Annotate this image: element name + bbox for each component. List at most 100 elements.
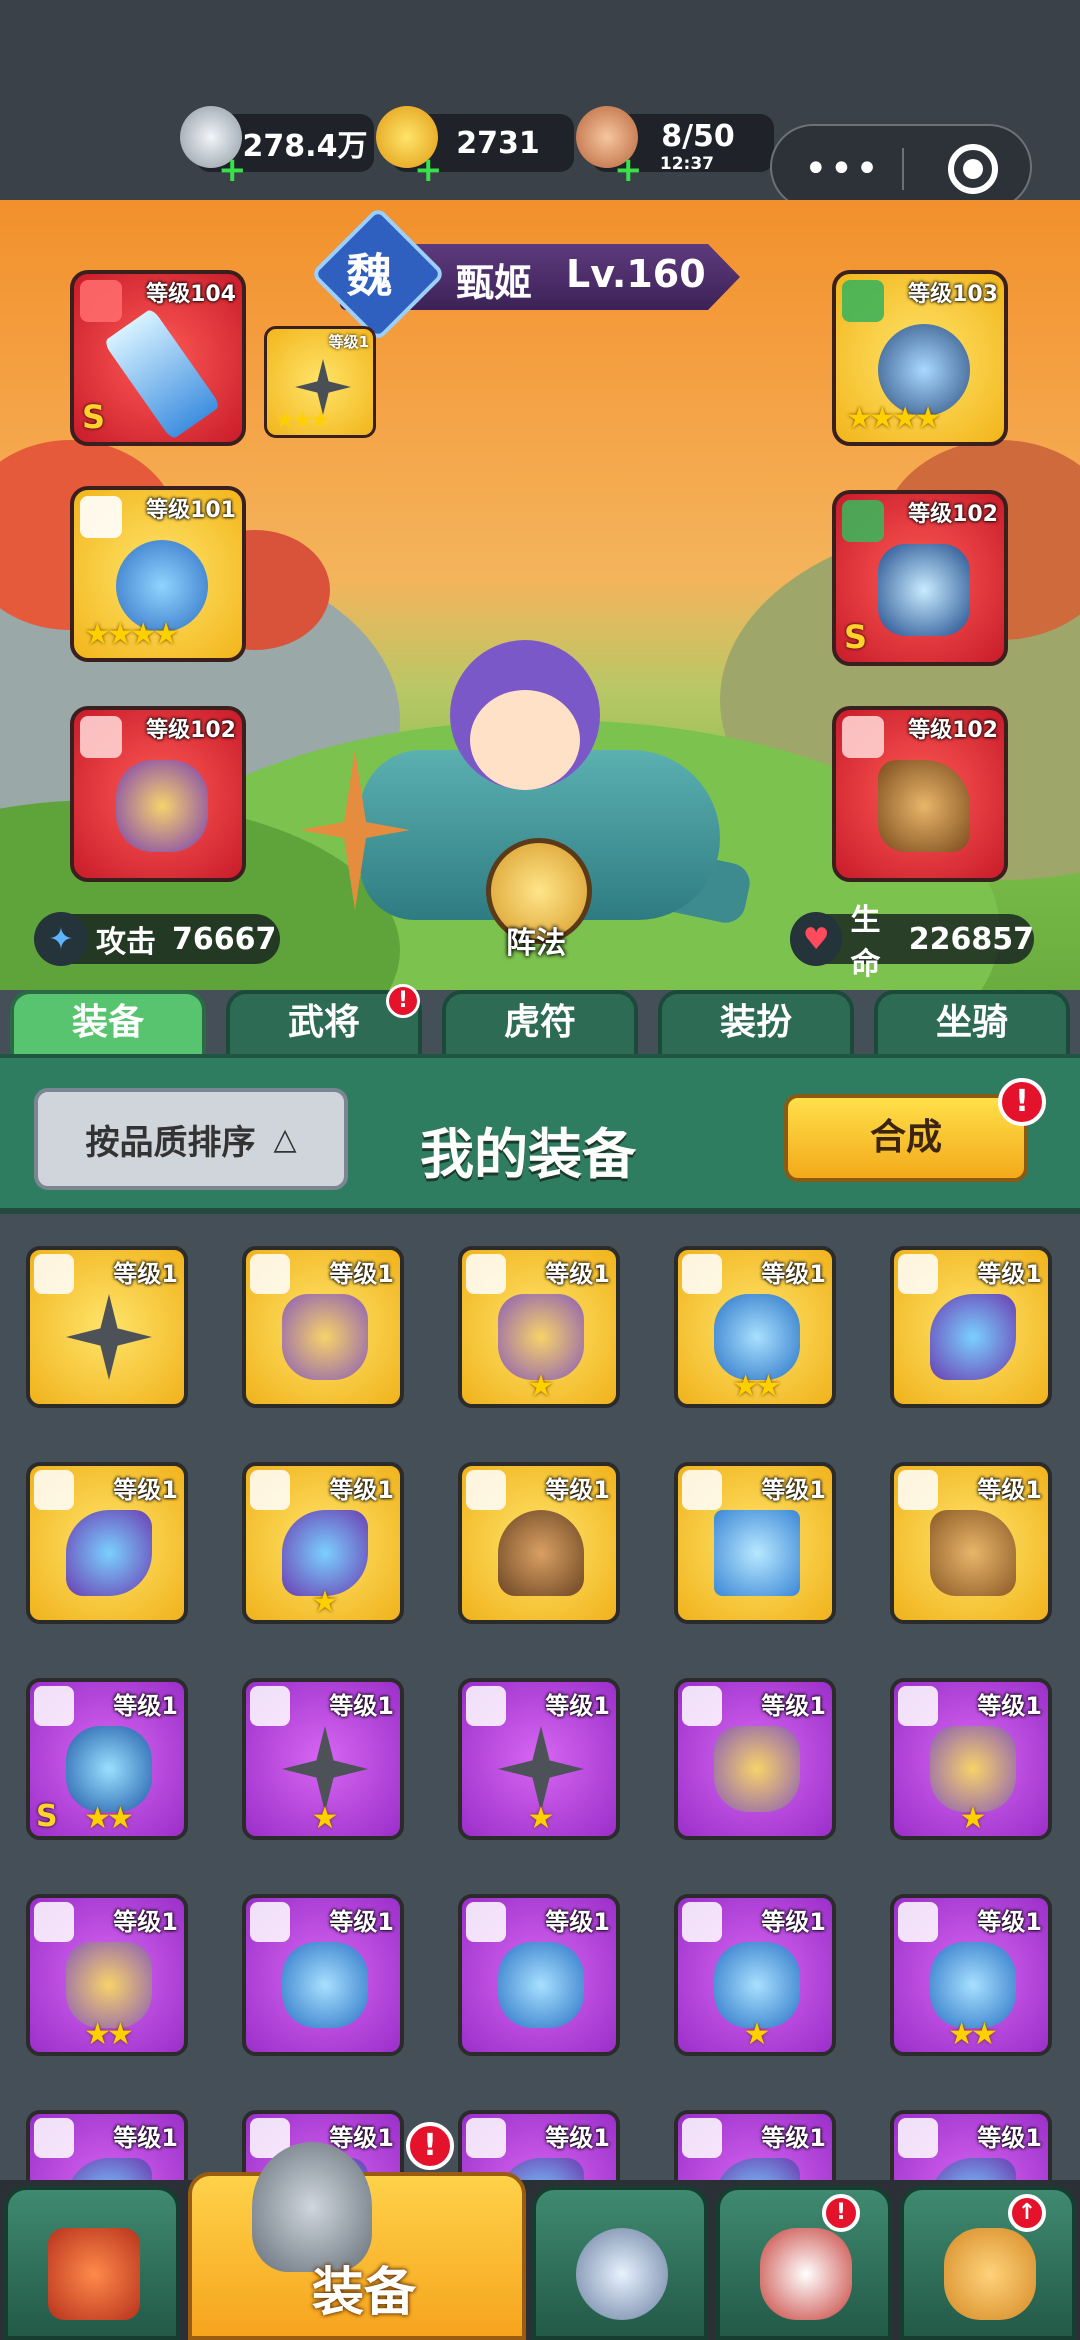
inventory-item[interactable]: 等级1 ★ [458, 1678, 620, 1840]
stamina-timer: 12:37 [659, 154, 714, 174]
item-type-icon [34, 1470, 74, 1510]
item-level: 等级1 [113, 1692, 178, 1720]
item-type-icon [466, 1686, 506, 1726]
yin-yang-icon [842, 280, 884, 322]
tab-mount[interactable]: 坐骑 [874, 990, 1070, 1054]
formation-label: 阵法 [506, 926, 566, 961]
boots-icon [878, 760, 970, 852]
glove-icon [66, 1510, 152, 1596]
inventory-item[interactable]: 等级1 [890, 1246, 1052, 1408]
nav-city[interactable] [4, 2186, 180, 2340]
star-rating: ★ [743, 2017, 771, 2052]
shuriken-icon [282, 1726, 368, 1812]
inventory-item[interactable]: 等级1 ★★ [674, 1246, 836, 1408]
item-level: 等级1 [329, 1692, 394, 1720]
item-level: 等级1 [329, 2124, 394, 2152]
item-level: 等级1 [761, 1260, 826, 1288]
equipped-shoulder-slot[interactable]: 等级103 ★★★★ [832, 270, 1008, 446]
stamina-value: 8/50 [661, 118, 735, 154]
generals-alert-badge: ! [386, 984, 420, 1018]
gold-resource[interactable]: + 2731 [376, 106, 574, 190]
star-rating: ★ [311, 1585, 339, 1620]
inventory-item[interactable]: 等级1 [674, 2110, 836, 2184]
silver-resource[interactable]: + 278.4万 [180, 106, 374, 190]
inventory-item[interactable]: 等级1 [890, 1462, 1052, 1624]
star-rating: ★ [959, 1801, 987, 1836]
item-type-icon [466, 1902, 506, 1942]
inventory-item[interactable]: 等级1 [674, 1678, 836, 1840]
nav-battle[interactable] [532, 2186, 708, 2340]
item-level: 等级1 [329, 1260, 394, 1288]
inventory-item[interactable]: 等级1 ★★ [26, 1894, 188, 2056]
equipped-glove-slot[interactable]: 等级101 ★★★★ [70, 486, 246, 662]
inventory-item[interactable]: 等级1 ★ [242, 1462, 404, 1624]
star-rating: ★★★★ [84, 617, 180, 652]
armor-icon [930, 1726, 1016, 1812]
nav-tasks[interactable] [716, 2186, 892, 2340]
inventory-item[interactable]: 等级1 ★★ S [26, 1678, 188, 1840]
inventory-item[interactable]: 等级1 [458, 1462, 620, 1624]
item-type-icon [34, 1686, 74, 1726]
item-type-icon [34, 2118, 74, 2158]
sort-by-quality-button[interactable]: 按品质排序 △ [34, 1088, 348, 1190]
hero-level: Lv.160 [566, 252, 706, 296]
hp-value: 226857 [908, 921, 1034, 957]
inventory-item[interactable]: 等级1 [26, 1246, 188, 1408]
nav-equipment-label: 装备 [312, 2263, 417, 2323]
tab-equipment[interactable]: 装备 [10, 990, 206, 1054]
item-level: 等级1 [545, 1692, 610, 1720]
faction-badge: 魏 [310, 206, 446, 342]
inventory-item[interactable]: 等级1 ★ [242, 1678, 404, 1840]
yin-yang-icon [842, 500, 884, 542]
inventory-item[interactable]: 等级1 ★ [458, 1246, 620, 1408]
shuriken-icon [66, 1294, 152, 1380]
equipped-weapon-slot[interactable]: 等级104 S [70, 270, 246, 446]
crystal-icon [714, 1510, 800, 1596]
equipped-boots-slot[interactable]: 等级102 [832, 706, 1008, 882]
inventory-item[interactable]: 等级1 [26, 2110, 188, 2184]
nav-equipment[interactable]: 装备 [188, 2142, 526, 2340]
tasks-alert-badge: ! [822, 2194, 860, 2232]
inventory-item[interactable]: 等级1 [890, 2110, 1052, 2184]
merge-button[interactable]: 合成 [784, 1094, 1028, 1182]
sword-icon: ✦ [34, 912, 88, 966]
add-silver-icon[interactable]: + [218, 150, 247, 190]
item-level: 等级1 [977, 1908, 1042, 1936]
stamina-resource[interactable]: + 8/50 12:37 [576, 106, 774, 190]
inventory-item[interactable]: 等级1 [458, 1894, 620, 2056]
item-level: 等级1 [977, 1692, 1042, 1720]
inventory-item[interactable]: 等级1 [674, 1462, 836, 1624]
inventory-item[interactable]: 等级1 [26, 1462, 188, 1624]
tab-outfit[interactable]: 装扮 [658, 990, 854, 1054]
amulet-icon [930, 1942, 1016, 2028]
inventory-item[interactable]: 等级1 ★★ [890, 1894, 1052, 2056]
tab-tiger-tally[interactable]: 虎符 [442, 990, 638, 1054]
inventory-item[interactable]: 等级1 ★ [674, 1894, 836, 2056]
amulet-icon [498, 1942, 584, 2028]
boots-type-icon [842, 716, 884, 758]
add-gold-icon[interactable]: + [414, 150, 443, 190]
item-level: 等级1 [329, 1908, 394, 1936]
inventory-item[interactable]: 等级1 [242, 1246, 404, 1408]
close-miniprogram-icon[interactable] [948, 144, 998, 194]
merge-alert-badge: ! [998, 1078, 1046, 1126]
nav-upgrade[interactable] [900, 2186, 1076, 2340]
item-type-icon [466, 1254, 506, 1294]
item-type-icon [250, 1902, 290, 1942]
equip-level: 等级102 [908, 502, 998, 527]
equipped-armor-slot[interactable]: 等级102 [70, 706, 246, 882]
more-icon[interactable]: ••• [804, 146, 881, 192]
inventory-item[interactable]: 等级1 ★ [890, 1678, 1052, 1840]
equipment-alert-badge: ! [406, 2122, 454, 2170]
inventory-item[interactable]: 等级1 [242, 1894, 404, 2056]
shuriken-icon [498, 1726, 584, 1812]
item-level: 等级1 [113, 1476, 178, 1504]
hero-face [470, 690, 580, 790]
horn-icon [760, 2228, 852, 2320]
equipped-secondary-slot[interactable]: 等级1 ★★★ [264, 326, 376, 438]
item-type-icon [34, 1902, 74, 1942]
add-stamina-icon[interactable]: + [614, 150, 643, 190]
equip-level: 等级104 [146, 282, 236, 307]
item-level: 等级1 [545, 1260, 610, 1288]
equipped-wing-slot[interactable]: 等级102 S [832, 490, 1008, 666]
